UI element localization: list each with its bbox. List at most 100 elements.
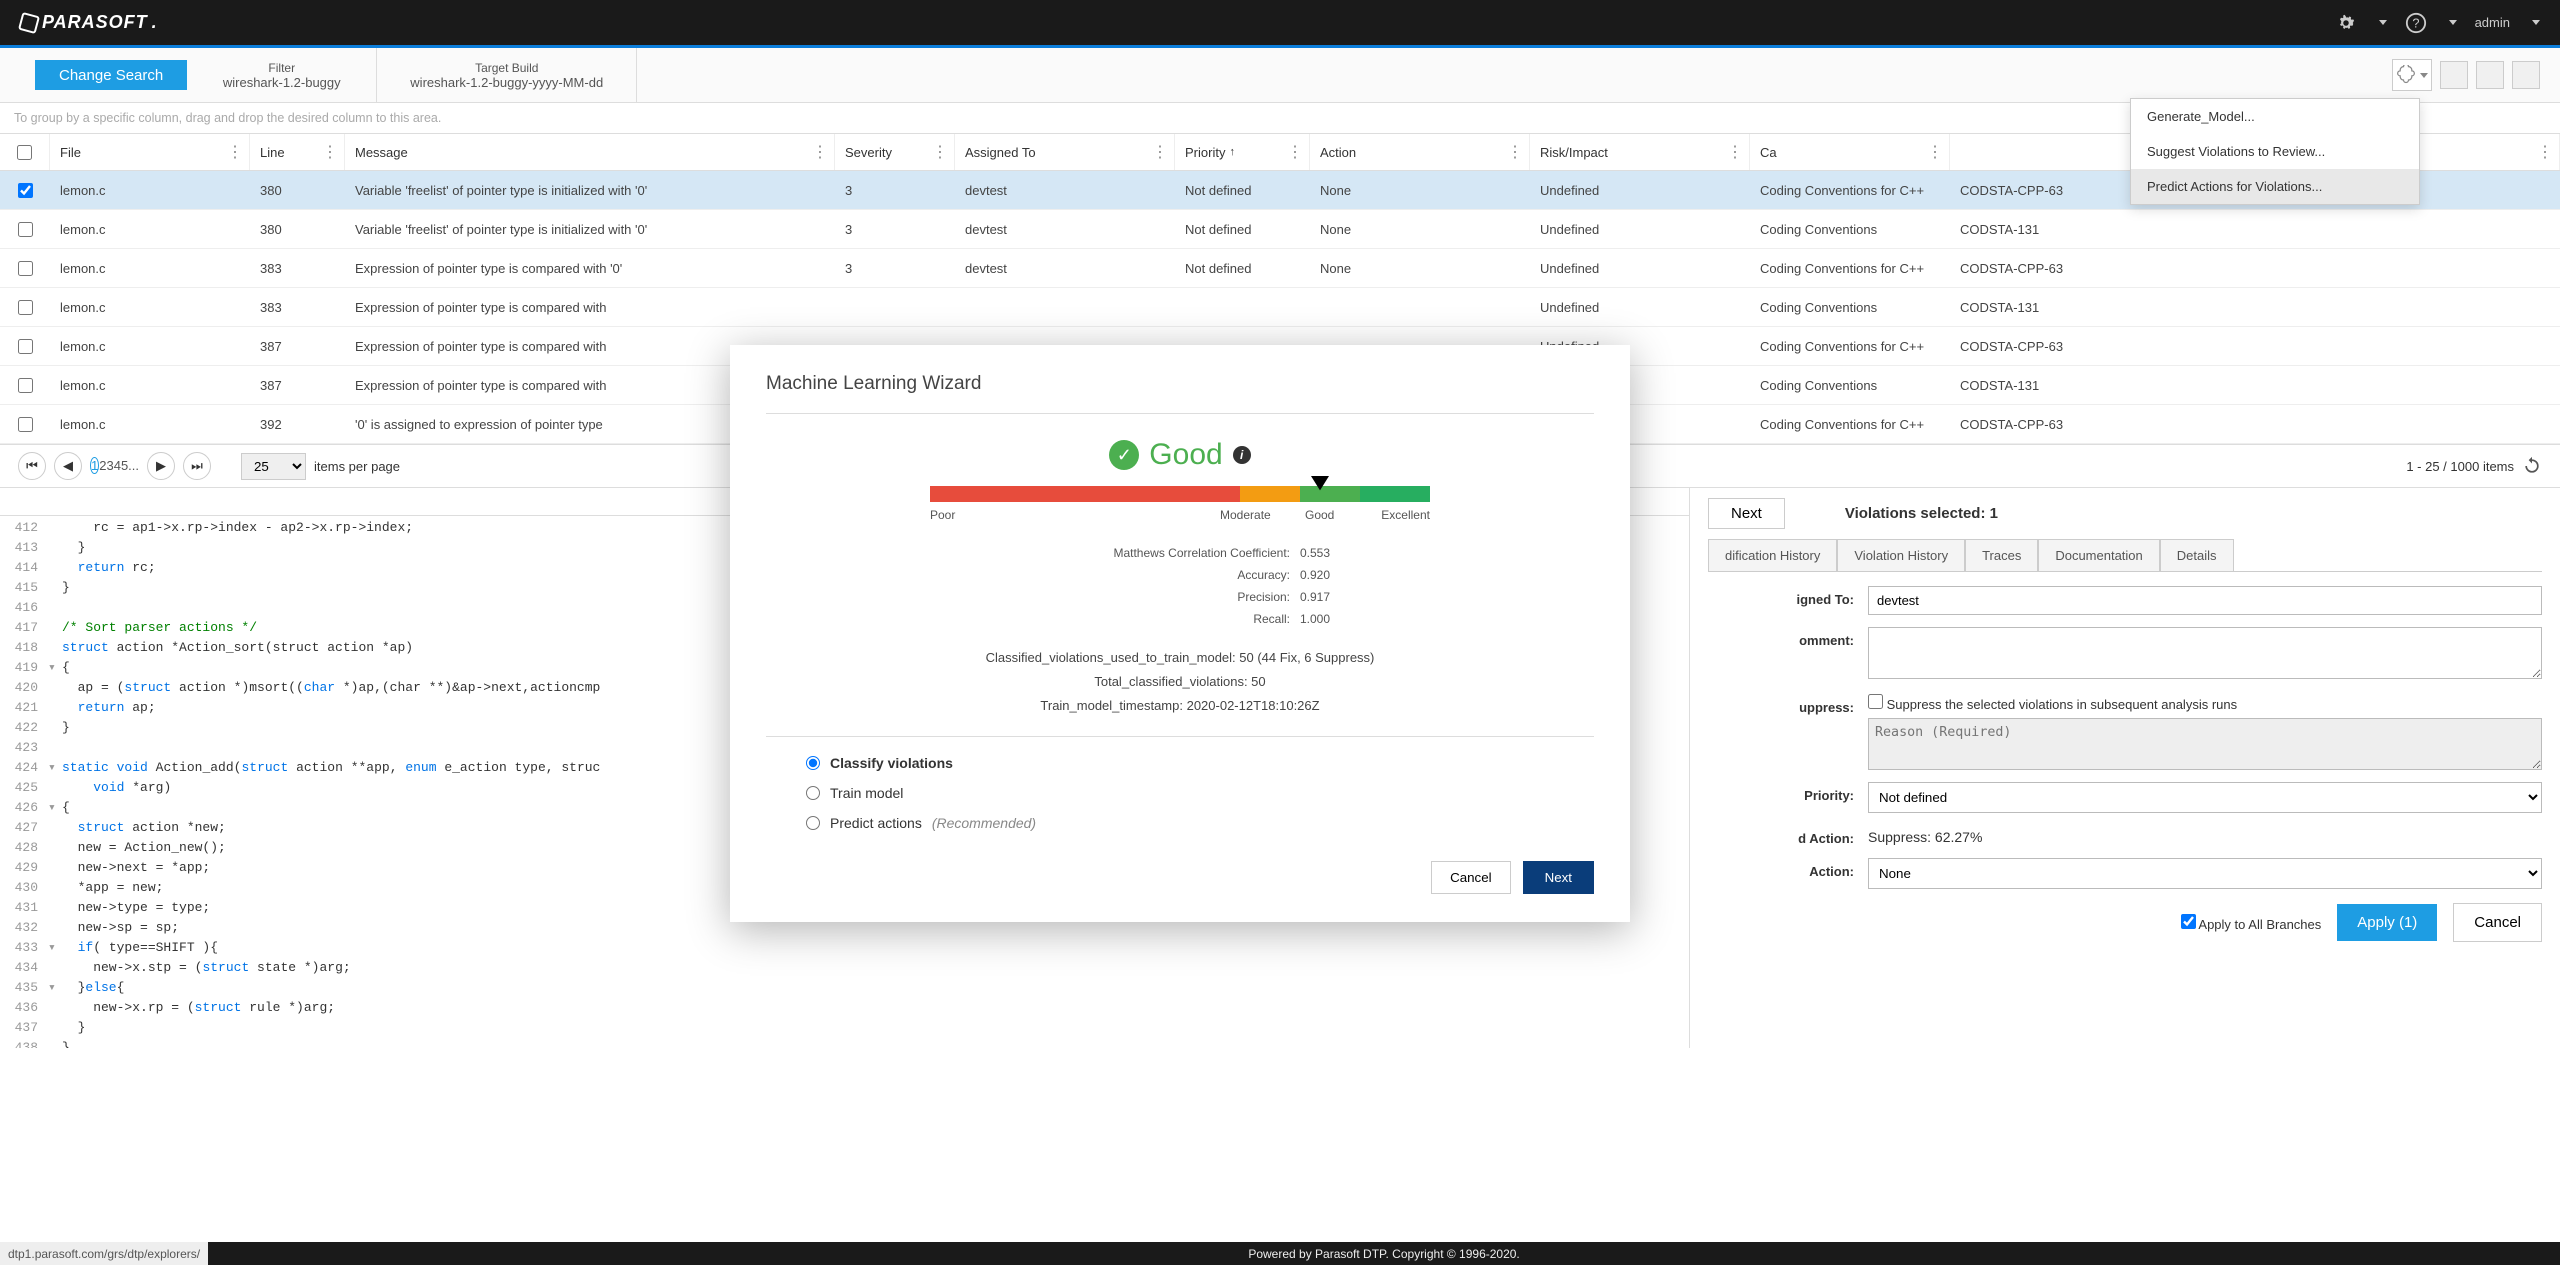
gear-caret-icon[interactable] bbox=[2379, 20, 2387, 25]
col-menu-icon[interactable]: ⋮ bbox=[1152, 142, 1168, 162]
fold-gutter[interactable] bbox=[48, 518, 62, 538]
table-row[interactable]: lemon.c383Expression of pointer type is … bbox=[0, 288, 2560, 327]
row-checkbox[interactable] bbox=[18, 339, 33, 354]
info-icon[interactable]: i bbox=[1233, 446, 1251, 464]
detail-tab[interactable]: Details bbox=[2160, 539, 2234, 571]
priority-select[interactable]: Not defined bbox=[1868, 782, 2542, 813]
fold-gutter[interactable]: ▾ bbox=[48, 658, 62, 678]
fold-gutter[interactable] bbox=[48, 898, 62, 918]
fold-gutter[interactable]: ▾ bbox=[48, 938, 62, 958]
apply-all-branches-checkbox[interactable] bbox=[2181, 914, 2196, 929]
col-menu-icon[interactable]: ⋮ bbox=[322, 142, 338, 162]
mode-radio-label[interactable]: Train model bbox=[830, 785, 903, 801]
col-menu-icon[interactable]: ⋮ bbox=[1727, 142, 1743, 162]
row-checkbox[interactable] bbox=[18, 300, 33, 315]
suppress-checkbox[interactable] bbox=[1868, 694, 1883, 709]
ml-menu-item[interactable]: Generate_Model... bbox=[2131, 99, 2419, 134]
mode-radio[interactable] bbox=[806, 816, 820, 830]
ml-menu-item[interactable]: Suggest Violations to Review... bbox=[2131, 134, 2419, 169]
mode-radio-label[interactable]: Classify violations bbox=[830, 755, 953, 771]
col-severity[interactable]: Severity⋮ bbox=[835, 134, 955, 170]
fold-gutter[interactable] bbox=[48, 698, 62, 718]
fold-gutter[interactable] bbox=[48, 538, 62, 558]
fold-gutter[interactable] bbox=[48, 738, 62, 758]
ml-wizard-button[interactable] bbox=[2392, 59, 2432, 91]
fold-gutter[interactable] bbox=[48, 638, 62, 658]
row-checkbox[interactable] bbox=[18, 417, 33, 432]
col-menu-icon[interactable]: ⋮ bbox=[1927, 142, 1943, 162]
table-row[interactable]: lemon.c380Variable 'freelist' of pointer… bbox=[0, 210, 2560, 249]
assigned-to-input[interactable] bbox=[1868, 586, 2542, 615]
fold-gutter[interactable] bbox=[48, 718, 62, 738]
row-checkbox[interactable] bbox=[18, 222, 33, 237]
help-icon[interactable]: ? bbox=[2405, 12, 2427, 34]
fold-gutter[interactable]: ▾ bbox=[48, 978, 62, 998]
col-menu-icon[interactable]: ⋮ bbox=[1507, 142, 1523, 162]
pager-last-button[interactable]: ⏭ bbox=[183, 452, 211, 480]
cancel-button[interactable]: Cancel bbox=[2453, 903, 2542, 942]
fold-gutter[interactable] bbox=[48, 578, 62, 598]
detail-tab[interactable]: Violation History bbox=[1837, 539, 1965, 571]
fold-gutter[interactable] bbox=[48, 778, 62, 798]
apply-all-branches-label[interactable]: Apply to All Branches bbox=[2181, 914, 2322, 932]
help-caret-icon[interactable] bbox=[2449, 20, 2457, 25]
fold-gutter[interactable] bbox=[48, 838, 62, 858]
col-menu-icon[interactable]: ⋮ bbox=[2537, 142, 2553, 162]
modal-cancel-button[interactable]: Cancel bbox=[1431, 861, 1511, 894]
page-number[interactable]: 4 bbox=[114, 458, 121, 473]
header-checkbox[interactable] bbox=[0, 134, 50, 170]
fold-gutter[interactable] bbox=[48, 1018, 62, 1038]
mode-radio-label[interactable]: Predict actions bbox=[830, 815, 922, 831]
fold-gutter[interactable] bbox=[48, 998, 62, 1018]
fold-gutter[interactable] bbox=[48, 1038, 62, 1048]
fold-gutter[interactable] bbox=[48, 918, 62, 938]
apply-button[interactable]: Apply (1) bbox=[2337, 904, 2437, 941]
col-file[interactable]: File⋮ bbox=[50, 134, 250, 170]
fold-gutter[interactable]: ▾ bbox=[48, 758, 62, 778]
pager-first-button[interactable]: ⏮ bbox=[18, 452, 46, 480]
items-per-page-select[interactable]: 25 bbox=[241, 453, 306, 480]
fold-gutter[interactable] bbox=[48, 958, 62, 978]
detail-tab[interactable]: Traces bbox=[1965, 539, 2038, 571]
fold-gutter[interactable] bbox=[48, 818, 62, 838]
change-search-button[interactable]: Change Search bbox=[35, 60, 187, 90]
detail-tab[interactable]: dification History bbox=[1708, 539, 1837, 571]
col-menu-icon[interactable]: ⋮ bbox=[932, 142, 948, 162]
pager-next-button[interactable]: ▶ bbox=[147, 452, 175, 480]
col-category[interactable]: Ca⋮ bbox=[1750, 134, 1950, 170]
detail-tab[interactable]: Documentation bbox=[2038, 539, 2159, 571]
fold-gutter[interactable] bbox=[48, 598, 62, 618]
col-line[interactable]: Line⋮ bbox=[250, 134, 345, 170]
row-checkbox[interactable] bbox=[18, 261, 33, 276]
col-action[interactable]: Action⋮ bbox=[1310, 134, 1530, 170]
col-priority[interactable]: Priority↑⋮ bbox=[1175, 134, 1310, 170]
fold-gutter[interactable]: ▾ bbox=[48, 798, 62, 818]
fold-gutter[interactable] bbox=[48, 678, 62, 698]
fold-gutter[interactable] bbox=[48, 558, 62, 578]
ml-menu-item[interactable]: Predict Actions for Violations... bbox=[2131, 169, 2419, 204]
refresh-icon[interactable] bbox=[2522, 456, 2542, 476]
view-toggle-2[interactable] bbox=[2476, 61, 2504, 89]
suppress-checkbox-label[interactable]: Suppress the selected violations in subs… bbox=[1868, 694, 2542, 712]
fold-gutter[interactable] bbox=[48, 618, 62, 638]
user-caret-icon[interactable] bbox=[2532, 20, 2540, 25]
suppress-reason-textarea[interactable] bbox=[1868, 718, 2542, 770]
fold-gutter[interactable] bbox=[48, 878, 62, 898]
row-checkbox[interactable] bbox=[18, 183, 33, 198]
action-select[interactable]: None bbox=[1868, 858, 2542, 889]
page-number[interactable]: ... bbox=[128, 458, 139, 473]
col-risk[interactable]: Risk/Impact⋮ bbox=[1530, 134, 1750, 170]
col-assigned[interactable]: Assigned To⋮ bbox=[955, 134, 1175, 170]
mode-radio[interactable] bbox=[806, 786, 820, 800]
view-toggle-1[interactable] bbox=[2440, 61, 2468, 89]
next-violation-button[interactable]: Next bbox=[1708, 498, 1785, 529]
target-build-block[interactable]: Target Build wireshark-1.2-buggy-yyyy-MM… bbox=[377, 48, 637, 102]
page-number[interactable]: 1 bbox=[90, 457, 99, 474]
fold-gutter[interactable] bbox=[48, 858, 62, 878]
view-toggle-3[interactable] bbox=[2512, 61, 2540, 89]
row-checkbox[interactable] bbox=[18, 378, 33, 393]
comment-textarea[interactable] bbox=[1868, 627, 2542, 679]
filter-block[interactable]: Filter wireshark-1.2-buggy bbox=[187, 48, 377, 102]
table-row[interactable]: lemon.c383Expression of pointer type is … bbox=[0, 249, 2560, 288]
modal-next-button[interactable]: Next bbox=[1523, 861, 1594, 894]
